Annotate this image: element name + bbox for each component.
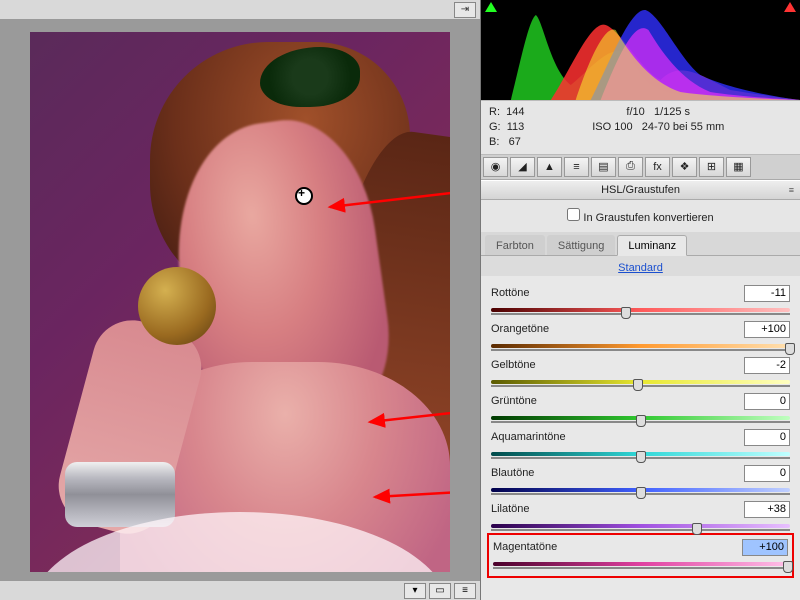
grayscale-checkbox-label[interactable]: In Graustufen konvertieren: [567, 212, 713, 224]
hsl-tabs: Farbton Sättigung Luminanz: [481, 232, 800, 256]
slider-row-blautöne: Blautöne: [491, 465, 790, 496]
settings-button[interactable]: ≡: [454, 583, 476, 599]
slider-label: Gelbtöne: [491, 359, 536, 371]
panel-menu-icon[interactable]: ≡: [789, 185, 794, 195]
slider-row-grüntöne: Grüntöne: [491, 393, 790, 424]
slider-track[interactable]: [491, 376, 790, 388]
r-value: 144: [506, 106, 524, 118]
compare-button[interactable]: ▭: [429, 583, 451, 599]
slider-value-input[interactable]: [744, 393, 790, 410]
slider-row-orangetöne: Orangetöne: [491, 321, 790, 352]
slider-value-input[interactable]: [744, 321, 790, 338]
slider-label: Rottöne: [491, 287, 530, 299]
grayscale-label-text: In Graustufen konvertieren: [583, 212, 713, 224]
toolstrip-button-5[interactable]: ⎙: [618, 157, 643, 177]
slider-track[interactable]: [491, 448, 790, 460]
toolstrip-button-4[interactable]: ▤: [591, 157, 616, 177]
iso-value: ISO 100: [592, 121, 632, 133]
b-label: B:: [489, 136, 499, 148]
g-label: G:: [489, 121, 501, 133]
slider-thumb[interactable]: [636, 487, 646, 499]
slider-track[interactable]: [491, 340, 790, 352]
rgb-readout: R: 144 G: 113 B: 67: [489, 105, 534, 150]
histogram[interactable]: [481, 0, 800, 100]
slider-thumb[interactable]: [633, 379, 643, 391]
slider-value-input[interactable]: [744, 285, 790, 302]
aperture-value: f/10: [626, 106, 644, 118]
panel-toolstrip: ◉◢▲≡▤⎙fx❖⊞▦: [481, 155, 800, 180]
toolstrip-button-9[interactable]: ▦: [726, 157, 751, 177]
slider-thumb[interactable]: [621, 307, 631, 319]
slider-value-input[interactable]: [742, 539, 788, 556]
toolstrip-button-2[interactable]: ▲: [537, 157, 562, 177]
slider-row-aquamarintöne: Aquamarintöne: [491, 429, 790, 460]
tab-saturation[interactable]: Sättigung: [547, 235, 615, 255]
slider-track[interactable]: [491, 484, 790, 496]
hsl-panel-header[interactable]: HSL/Graustufen ≡: [481, 180, 800, 200]
luminance-sliders-group: Rottöne Orangetöne Gelbtöne Grüntöne Aquamar…: [481, 276, 800, 600]
slider-row-magentatöne: Magentatöne: [491, 537, 790, 574]
exif-info-row: R: 144 G: 113 B: 67 f/10 1/125 s ISO 100…: [481, 100, 800, 155]
toolstrip-button-3[interactable]: ≡: [564, 157, 589, 177]
slider-value-input[interactable]: [744, 501, 790, 518]
tab-hue[interactable]: Farbton: [485, 235, 545, 255]
slider-label: Magentatöne: [493, 541, 557, 553]
photo-preview[interactable]: [30, 32, 450, 572]
lens-value: 24-70 bei 55 mm: [642, 121, 725, 133]
annotation-arrows: [30, 32, 450, 572]
preview-body[interactable]: [0, 20, 480, 580]
histogram-chart: [481, 0, 800, 100]
hsl-panel-title: HSL/Graustufen: [601, 184, 680, 196]
shutter-value: 1/125 s: [654, 106, 690, 118]
preview-toolbar-bottom: ▾ ▭ ≡: [0, 580, 480, 600]
slider-track[interactable]: [493, 558, 788, 570]
slider-thumb[interactable]: [636, 415, 646, 427]
filter-button[interactable]: ▾: [404, 583, 426, 599]
slider-thumb[interactable]: [692, 523, 702, 535]
slider-thumb[interactable]: [785, 343, 795, 355]
toolstrip-button-8[interactable]: ⊞: [699, 157, 724, 177]
g-value: 113: [507, 121, 525, 133]
toolstrip-button-6[interactable]: fx: [645, 157, 670, 177]
preview-pane: ⇥ ▾ ▭ ≡: [0, 0, 480, 600]
slider-thumb[interactable]: [783, 561, 793, 573]
reset-standard-row: Standard: [481, 256, 800, 276]
slider-label: Grüntöne: [491, 395, 537, 407]
slider-label: Orangetöne: [491, 323, 549, 335]
slider-row-lilatöne: Lilatöne: [491, 501, 790, 532]
slider-label: Blautöne: [491, 467, 534, 479]
slider-value-input[interactable]: [744, 357, 790, 374]
toolstrip-button-7[interactable]: ❖: [672, 157, 697, 177]
slider-row-rottöne: Rottöne: [491, 285, 790, 316]
exposure-readout: f/10 1/125 s ISO 100 24-70 bei 55 mm: [534, 105, 792, 150]
grayscale-row: In Graustufen konvertieren: [481, 200, 800, 232]
slider-value-input[interactable]: [744, 465, 790, 482]
slider-label: Lilatöne: [491, 503, 530, 515]
tab-luminance[interactable]: Luminanz: [617, 235, 687, 256]
develop-panel: R: 144 G: 113 B: 67 f/10 1/125 s ISO 100…: [480, 0, 800, 600]
fullscreen-toggle-button[interactable]: ⇥: [454, 2, 476, 18]
slider-label: Aquamarintöne: [491, 431, 566, 443]
preview-toolbar-top: ⇥: [0, 0, 480, 20]
slider-track[interactable]: [491, 304, 790, 316]
slider-value-input[interactable]: [744, 429, 790, 446]
slider-track[interactable]: [491, 520, 790, 532]
toolstrip-button-0[interactable]: ◉: [483, 157, 508, 177]
slider-track[interactable]: [491, 412, 790, 424]
grayscale-checkbox[interactable]: [567, 208, 580, 221]
slider-row-gelbtöne: Gelbtöne: [491, 357, 790, 388]
reset-standard-link[interactable]: Standard: [618, 262, 663, 274]
toolstrip-button-1[interactable]: ◢: [510, 157, 535, 177]
slider-thumb[interactable]: [636, 451, 646, 463]
r-label: R:: [489, 106, 500, 118]
b-value: 67: [509, 136, 521, 148]
